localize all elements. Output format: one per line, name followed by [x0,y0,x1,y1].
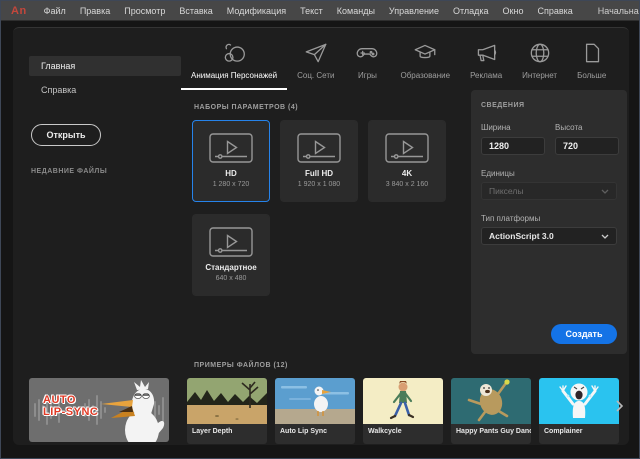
samples-scroll-right-button[interactable] [616,400,623,415]
chevron-down-icon [601,234,609,239]
paper-plane-icon [303,40,329,66]
walkcycle-art [363,378,443,424]
details-section-label: СВЕДЕНИЯ [481,102,617,109]
open-button[interactable]: Открыть [31,124,101,146]
recent-files-label: НЕДАВНИЕ ФАЙЛЫ [31,168,107,175]
menu-debug[interactable]: Отладка [446,1,496,21]
preset-name: Full HD [305,169,333,178]
tab-label: Реклама [470,71,502,80]
promo-text: AUTO LIP-SYNC [43,394,98,418]
sample-label: Complainer [539,424,619,435]
width-label: Ширина [481,123,545,132]
preset-full-hd[interactable]: Full HD 1 920 x 1 080 [280,120,358,202]
menu-bar: An Файл Правка Просмотр Вставка Модифика… [1,1,639,21]
welcome-content: Главная Справка Открыть НЕДАВНИЕ ФАЙЛЫ А… [13,27,629,445]
graduation-cap-icon [412,40,438,66]
video-preset-icon [209,227,253,257]
sidebar-item-home[interactable]: Главная [29,56,181,76]
presets-section-label: НАБОРЫ ПАРАМЕТРОВ (4) [194,104,298,111]
category-tabs: Анимация Персонажей Соц. Сети Игры О [181,34,616,92]
megaphone-icon [473,40,499,66]
tab-web[interactable]: Интернет [512,34,567,90]
menu-window[interactable]: Окно [496,1,531,21]
sample-auto-lip-sync[interactable]: Auto Lip Sync [275,378,355,444]
tab-games[interactable]: Игры [344,34,390,90]
animate-welcome-window: An Файл Правка Просмотр Вставка Модифика… [0,0,640,459]
preset-size: 640 x 480 [216,275,247,282]
preset-standard[interactable]: Стандартное 640 x 480 [192,214,270,296]
sample-complainer[interactable]: Complainer [539,378,619,444]
tab-label: Больше [577,71,606,80]
sample-label: Layer Depth [187,424,267,435]
menu-file[interactable]: Файл [37,1,73,21]
promo-thumbnail-auto-lip-sync[interactable]: AUTO LIP-SYNC [29,378,169,442]
menu-commands[interactable]: Команды [330,1,382,21]
platform-select[interactable]: ActionScript 3.0 [481,227,617,245]
details-panel: СВЕДЕНИЯ Ширина Высота Единицы Пикселы Т… [471,90,627,354]
preset-name: HD [225,169,237,178]
preset-hd[interactable]: HD 1 280 x 720 [192,120,270,202]
sample-layer-depth[interactable]: Layer Depth [187,378,267,444]
menu-edit[interactable]: Правка [73,1,117,21]
units-select[interactable]: Пикселы [481,182,617,200]
preset-size: 3 840 x 2 160 [386,181,428,188]
preset-size: 1 920 x 1 080 [298,181,340,188]
document-icon [579,40,605,66]
video-preset-icon [209,133,253,163]
tab-character-animation[interactable]: Анимация Персонажей [181,34,287,90]
create-button[interactable]: Создать [551,324,617,344]
menu-text[interactable]: Текст [293,1,330,21]
height-label: Высота [555,123,619,132]
platform-value: ActionScript 3.0 [489,231,554,241]
tab-label: Соц. Сети [297,71,334,80]
tab-label: Образование [400,71,450,80]
workspace-switcher[interactable]: Начальная [592,6,640,16]
menu-modify[interactable]: Модификация [220,1,293,21]
sample-walkcycle[interactable]: Walkcycle [363,378,443,444]
tab-more[interactable]: Больше [567,34,616,90]
complainer-art [539,378,619,424]
width-input[interactable] [481,137,545,155]
tab-ads[interactable]: Реклама [460,34,512,90]
chevron-down-icon [601,189,609,194]
tab-label: Игры [358,71,377,80]
workspace-label: Начальная [598,6,640,16]
menu-view[interactable]: Просмотр [117,1,172,21]
tab-social[interactable]: Соц. Сети [287,34,344,90]
sample-label: Walkcycle [363,424,443,435]
menu-insert[interactable]: Вставка [172,1,219,21]
chevron-right-icon [616,400,623,412]
video-preset-icon [385,133,429,163]
layer-depth-art [187,378,267,424]
menu-control[interactable]: Управление [382,1,446,21]
video-preset-icon [297,133,341,163]
preset-4k[interactable]: 4K 3 840 x 2 160 [368,120,446,202]
tab-label: Анимация Персонажей [191,71,277,80]
preset-name: 4K [402,169,412,178]
preset-size: 1 280 x 720 [213,181,250,188]
globe-icon [527,40,553,66]
sample-label: Happy Pants Guy Dance [451,424,531,435]
samples-section-label: ПРИМЕРЫ ФАЙЛОВ (12) [194,362,288,369]
menu-help[interactable]: Справка [530,1,579,21]
tab-label: Интернет [522,71,557,80]
sample-label: Auto Lip Sync [275,424,355,435]
auto-lip-sync-art [275,378,355,424]
tab-education[interactable]: Образование [390,34,460,90]
app-logo: An [11,5,27,17]
gamepad-icon [354,40,380,66]
characters-icon [221,40,247,66]
happy-pants-guy-art [451,378,531,424]
units-label: Единицы [481,169,617,178]
height-input[interactable] [555,137,619,155]
platform-label: Тип платформы [481,214,617,223]
preset-name: Стандартное [205,263,256,272]
sidebar-item-help[interactable]: Справка [29,80,181,100]
sample-happy-pants-guy-dance[interactable]: Happy Pants Guy Dance [451,378,531,444]
units-value: Пикселы [489,186,523,196]
